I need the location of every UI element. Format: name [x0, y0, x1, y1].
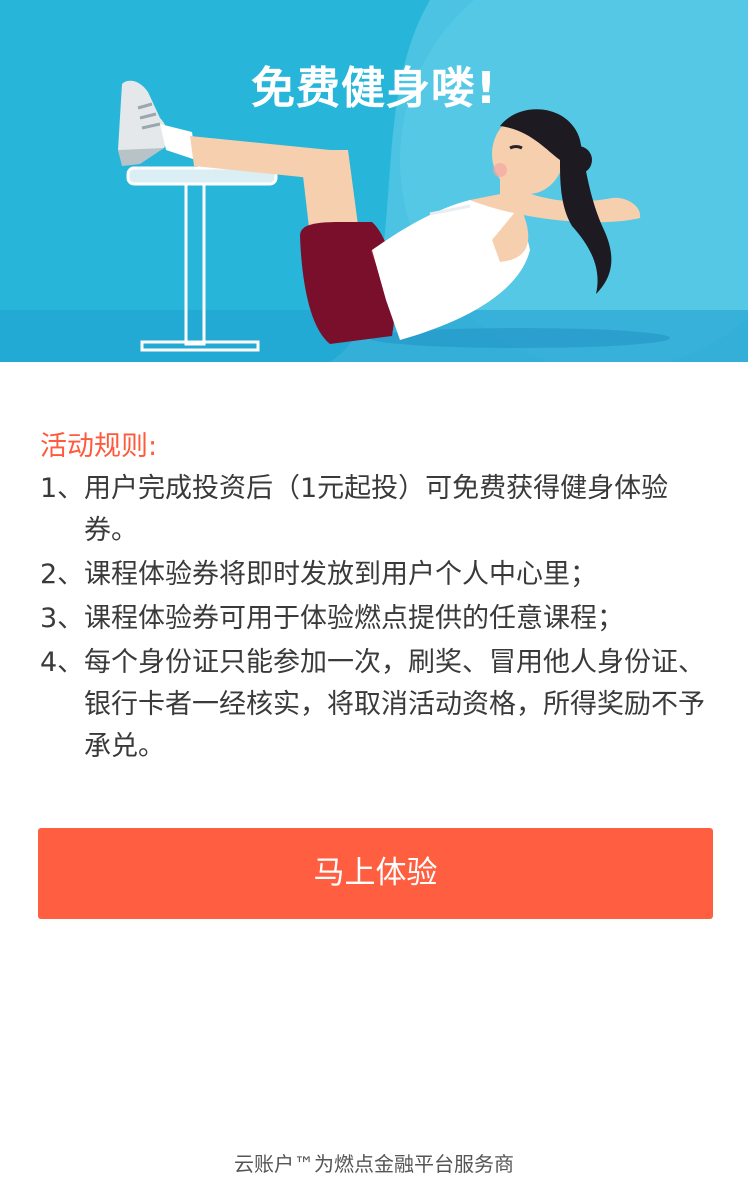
rule-text: 课程体验券可用于体验燃点提供的任意课程； [84, 603, 624, 634]
rule-number: 3、 [40, 603, 85, 634]
rule-number: 1、 [40, 473, 85, 504]
rule-item: 4、 每个身份证只能参加一次，刷奖、冒用他人身份证、银行卡者一经核实，将取消活动… [40, 642, 720, 768]
rule-item: 3、 课程体验券可用于体验燃点提供的任意课程； [40, 598, 720, 640]
rule-text: 每个身份证只能参加一次，刷奖、冒用他人身份证、银行卡者一经核实，将取消活动资格，… [84, 647, 705, 762]
page: 免费健身喽! 活动规则: 1、 用户完成投资后（1元起投）可免费获得健身体验券。… [0, 0, 748, 1202]
rule-item: 2、 课程体验券将即时发放到用户个人中心里； [40, 554, 720, 596]
footer-provider-note: 云账户™为燃点金融平台服务商 [234, 1152, 514, 1176]
activity-rules: 活动规则: 1、 用户完成投资后（1元起投）可免费获得健身体验券。 2、 课程体… [40, 428, 720, 770]
rule-number: 4、 [40, 647, 85, 678]
hero-banner: 免费健身喽! [0, 0, 748, 362]
rules-title: 活动规则: [40, 431, 158, 462]
try-now-button[interactable]: 马上体验 [38, 828, 713, 919]
rule-item: 1、 用户完成投资后（1元起投）可免费获得健身体验券。 [40, 468, 720, 552]
rule-number: 2、 [40, 559, 85, 590]
banner-title: 免费健身喽! [250, 63, 498, 114]
rule-text: 课程体验券将即时发放到用户个人中心里； [84, 559, 597, 590]
rule-text: 用户完成投资后（1元起投）可免费获得健身体验券。 [84, 473, 669, 546]
